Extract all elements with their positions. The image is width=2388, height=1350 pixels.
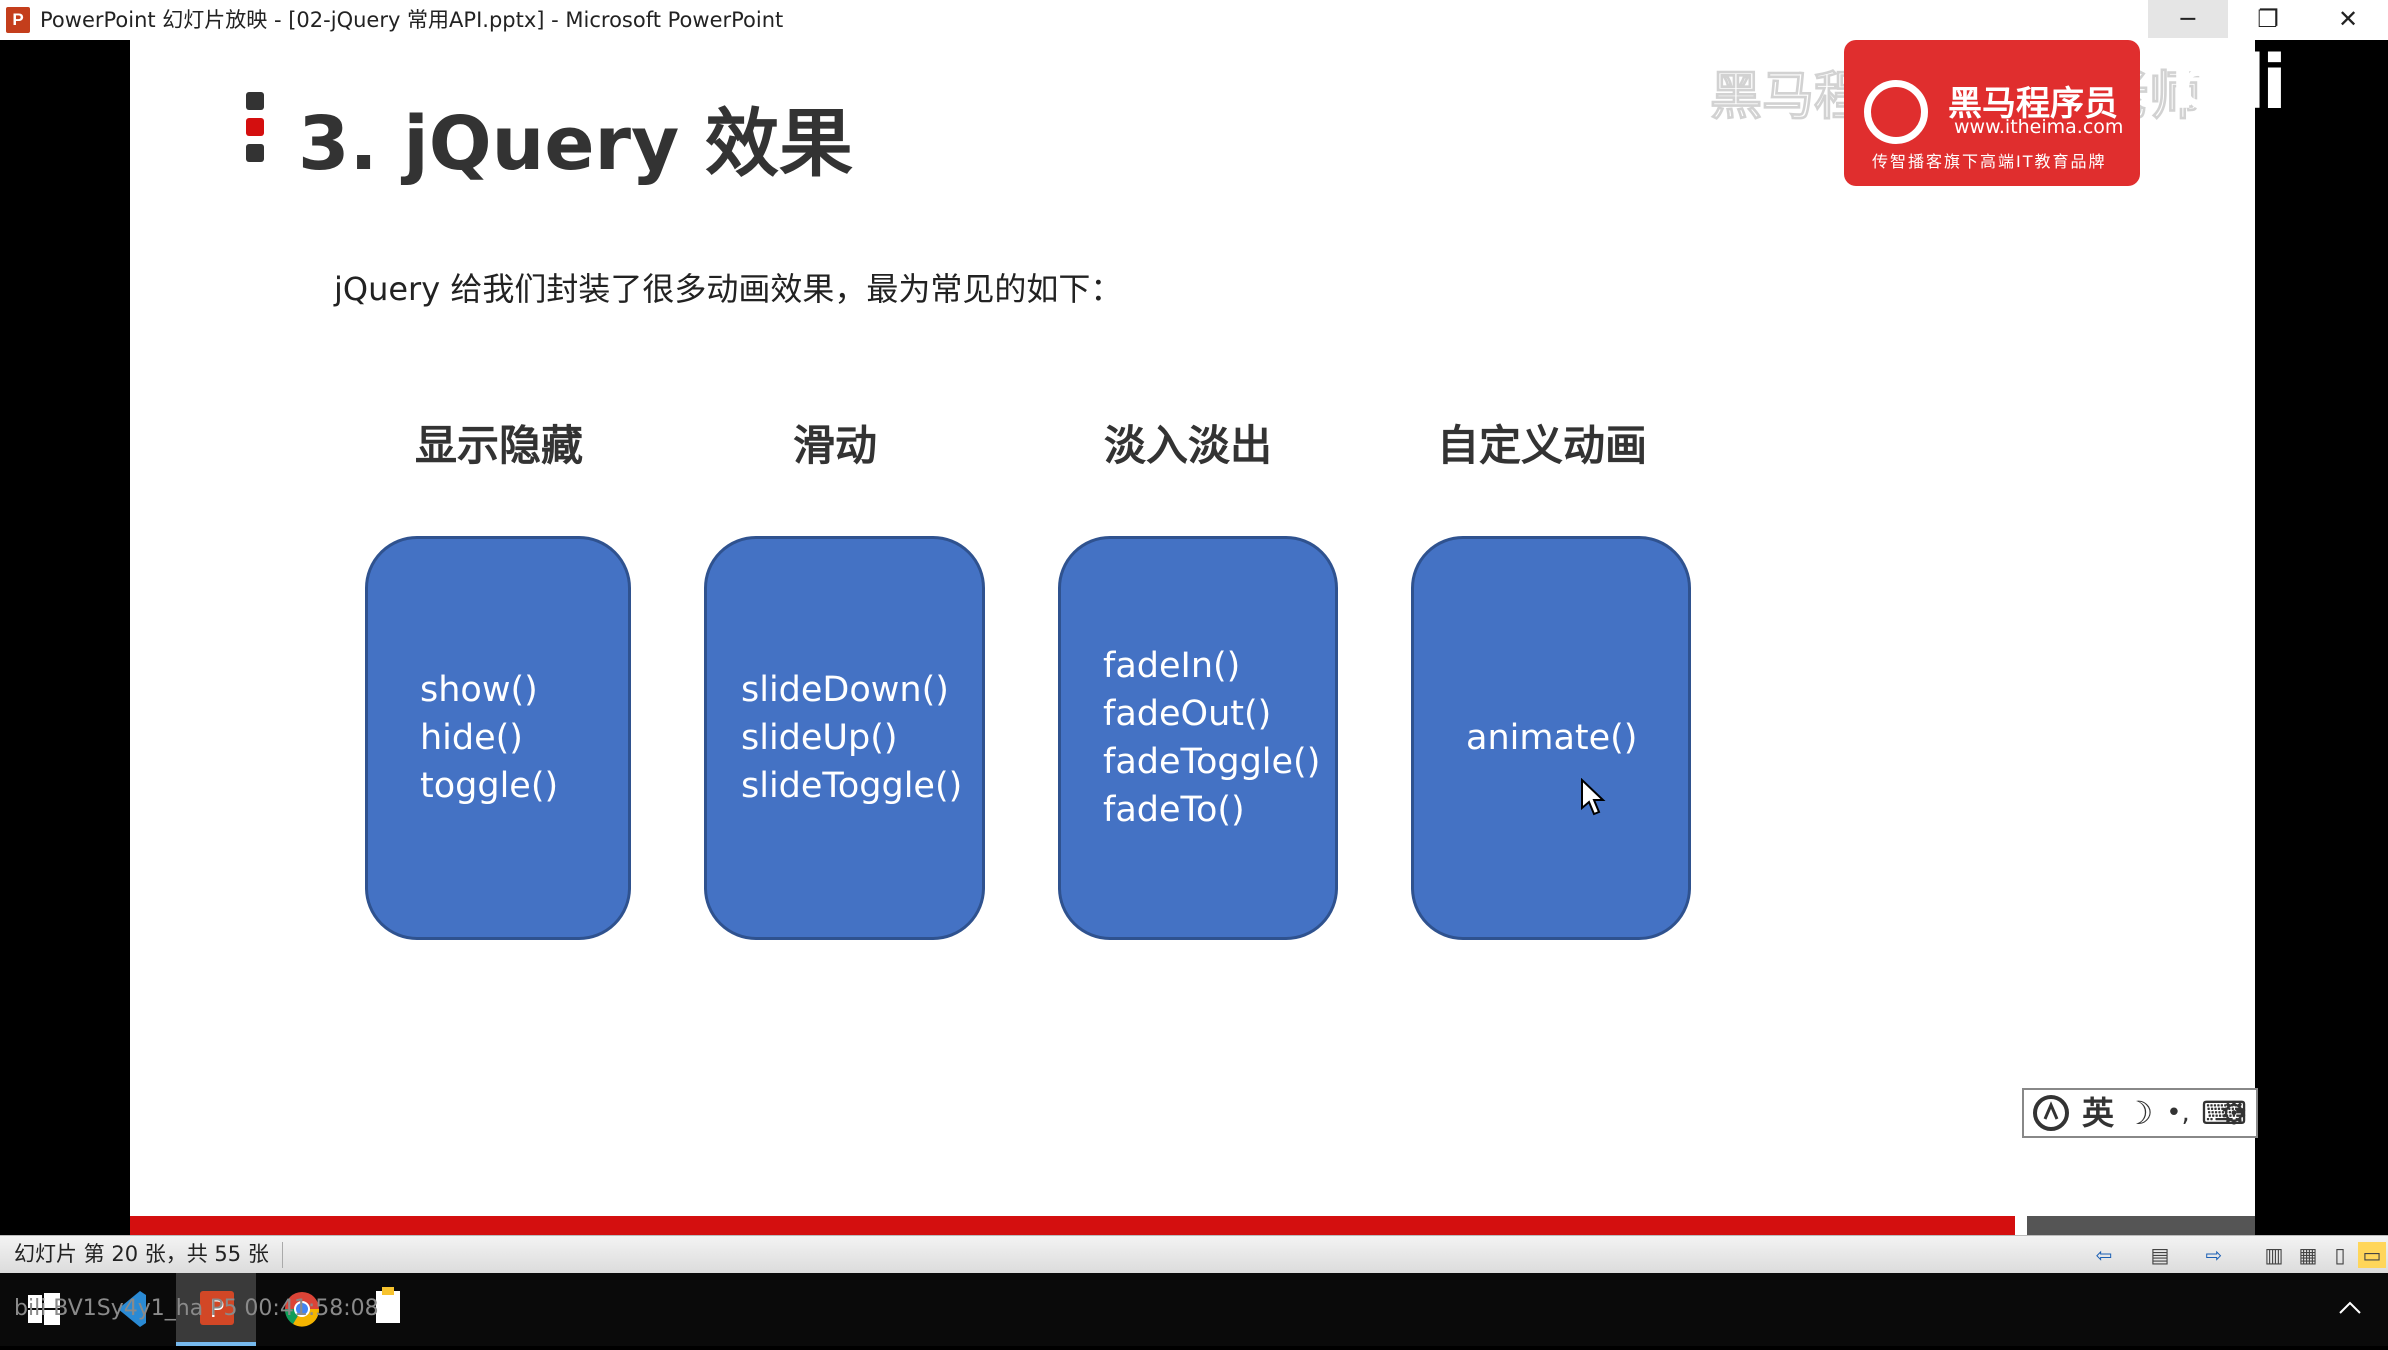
category-heading: 滑动 (792, 421, 877, 470)
method-box-animate: animate() (1411, 536, 1691, 940)
slide-title: 3. jQuery 效果 (298, 101, 853, 187)
title-bullet-icon (246, 92, 264, 110)
close-button[interactable]: ✕ (2308, 0, 2388, 38)
ime-settings-icon[interactable]: ⚙ (2214, 1090, 2254, 1136)
method-label: fadeToggle() (1103, 742, 1321, 782)
next-slide-icon[interactable]: ⇨ (2200, 1242, 2228, 1268)
slide-sorter-icon[interactable]: ▦ (2294, 1242, 2322, 1268)
ime-toolbar: 英 ☽ •, ⌨ ⚙ (2022, 1088, 2258, 1138)
ime-language-toggle[interactable]: 英 (2078, 1090, 2118, 1136)
powerpoint-statusbar: 幻灯片 第 20 张，共 55 张 ⇦ ▤ ⇨ ▥ ▦ ▯ ▭ (0, 1235, 2388, 1273)
slide-canvas[interactable]: 3. jQuery 效果 jQuery 给我们封装了很多动画效果，最为常见的如下… (130, 40, 2255, 1235)
slide-footer-bar (130, 1216, 2015, 1235)
method-label: fadeOut() (1103, 694, 1272, 734)
logo-tagline: 传智播客旗下高端IT教育品牌 (1872, 152, 2107, 171)
window-title: PowerPoint 幻灯片放映 - [02-jQuery 常用API.pptx… (40, 8, 784, 32)
method-label: animate() (1466, 718, 1638, 758)
title-bullet-icon (246, 118, 264, 136)
status-separator (282, 1242, 283, 1268)
method-label: show() (420, 670, 538, 710)
normal-view-icon[interactable]: ▥ (2260, 1242, 2288, 1268)
method-label: fadeTo() (1103, 790, 1245, 830)
maximize-button[interactable]: ❐ (2228, 0, 2308, 38)
video-overlay-text: bili BV1Sy4y1_ha P5 00:41:58:08 (14, 1296, 379, 1321)
method-label: slideToggle() (741, 766, 963, 806)
bilibili-logo: bili (2170, 40, 2287, 126)
slide-counter: 幻灯片 第 20 张，共 55 张 (14, 1242, 269, 1266)
slideshow-view-icon[interactable]: ▭ (2358, 1242, 2386, 1268)
ime-punctuation-icon[interactable]: •, (2158, 1090, 2198, 1136)
method-label: slideUp() (741, 718, 898, 758)
method-box-show-hide: show() hide() toggle() (365, 536, 631, 940)
slide-footer-bar-dark (2027, 1216, 2255, 1235)
minimize-button[interactable]: ─ (2148, 0, 2228, 38)
ime-fullwidth-moon-icon[interactable]: ☽ (2120, 1090, 2158, 1136)
method-label: slideDown() (741, 670, 949, 710)
slide-menu-icon[interactable]: ▤ (2146, 1242, 2174, 1268)
title-bullet-icon (246, 144, 264, 162)
show-hidden-icons-chevron-icon[interactable] (2320, 1273, 2388, 1346)
method-box-fade: fadeIn() fadeOut() fadeToggle() fadeTo() (1058, 536, 1338, 940)
previous-slide-icon[interactable]: ⇦ (2090, 1242, 2118, 1268)
slide-subtitle: jQuery 给我们封装了很多动画效果，最为常见的如下： (334, 270, 1123, 308)
itheima-logo: 黑马程序员 www.itheima.com 传智播客旗下高端IT教育品牌 (1844, 40, 2140, 186)
method-label: fadeIn() (1103, 646, 1241, 686)
mouse-cursor-icon (1581, 778, 1606, 816)
window-titlebar: P PowerPoint 幻灯片放映 - [02-jQuery 常用API.pp… (0, 0, 2388, 40)
method-label: toggle() (420, 766, 559, 806)
category-heading: 淡入淡出 (1103, 421, 1272, 470)
powerpoint-app-icon[interactable]: P (6, 7, 30, 33)
category-heading: 显示隐藏 (414, 421, 583, 470)
logo-url: www.itheima.com (1954, 116, 2124, 138)
itheima-logo-icon (1864, 80, 1928, 144)
method-label: hide() (420, 718, 523, 758)
category-heading: 自定义动画 (1436, 421, 1647, 470)
ime-logo-icon[interactable] (2028, 1090, 2074, 1136)
reading-view-icon[interactable]: ▯ (2326, 1242, 2354, 1268)
method-box-slide: slideDown() slideUp() slideToggle() (704, 536, 985, 940)
